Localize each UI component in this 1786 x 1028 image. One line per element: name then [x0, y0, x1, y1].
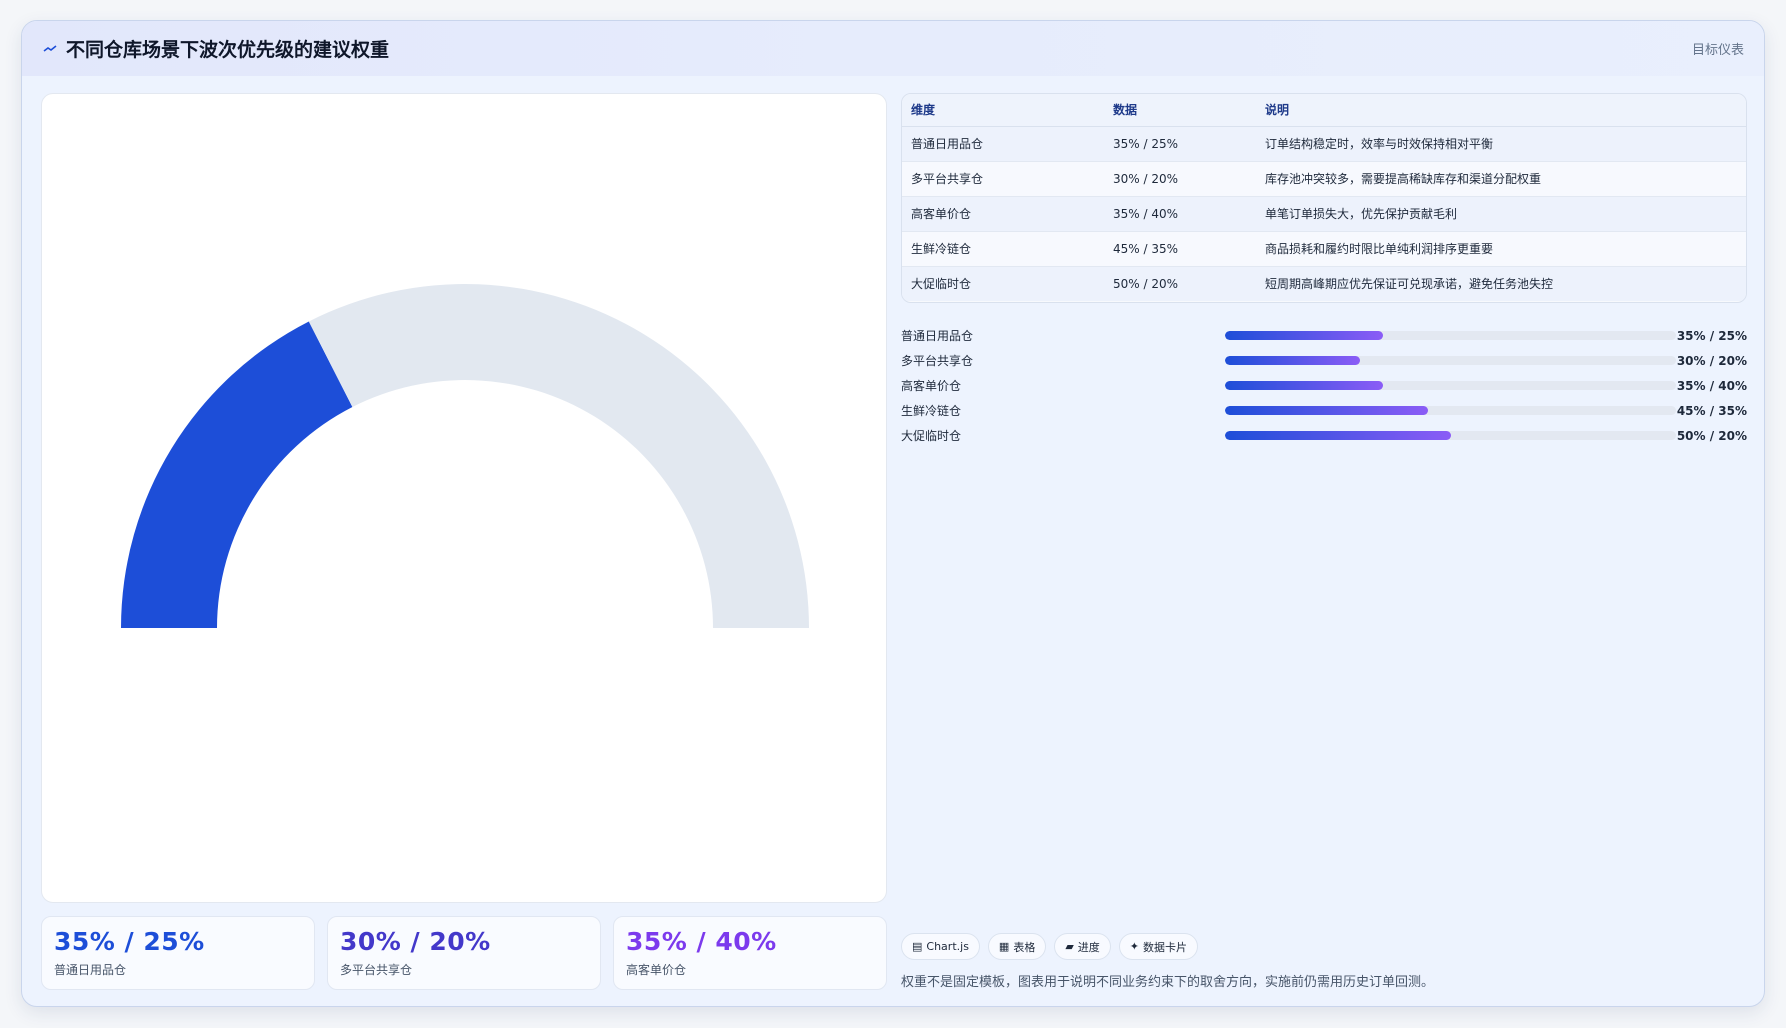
table-cell: 大促临时仓 — [911, 277, 972, 292]
table-cell: 50% / 20% — [1113, 276, 1179, 291]
table-row: 生鲜冷链仓 45% / 35% 商品损耗和履约时限比单纯利润排序更重要 — [902, 231, 1746, 267]
progress-row: 多平台共享仓 30% / 20% — [901, 348, 1747, 373]
progress-fill — [1225, 331, 1383, 340]
table-cell: 30% / 20% — [1104, 161, 1256, 197]
table-row: 大促临时仓 50% / 20% 短周期高峰期应优先保证可兑现承诺，避免任务池失控 — [902, 266, 1746, 301]
table-cell: 短周期高峰期应优先保证可兑现承诺，避免任务池失控 — [1265, 277, 1554, 292]
page-title: 不同仓库场景下波次优先级的建议权重 — [66, 39, 390, 61]
progress-track — [1225, 381, 1676, 390]
progress-bars: 普通日用品仓 35% / 25% 多平台共享仓 30% / 20% 高客单价仓 … — [901, 323, 1747, 448]
tag-table[interactable]: ▦ 表格 — [987, 933, 1047, 960]
gauge-chart — [121, 284, 809, 628]
kpi-value: 35% / 40% — [626, 927, 777, 956]
table-cell: 商品损耗和履约时限比单纯利润排序更重要 — [1256, 231, 1746, 267]
progress-row: 普通日用品仓 35% / 25% — [901, 323, 1747, 348]
dashboard-window: 不同仓库场景下波次优先级的建议权重 目标仪表 35% / 25% 普通日用品仓 … — [21, 20, 1765, 1007]
table-row: 普通日用品仓 35% / 25% 订单结构稳定时，效率与时效保持相对平衡 — [902, 126, 1746, 162]
table-cell: 单笔订单损失大，优先保护贡献毛利 — [1256, 196, 1746, 232]
column-header: 维度 — [902, 94, 1104, 127]
column-header: 说明 — [1256, 94, 1746, 127]
tag-progress[interactable]: ▰ 进度 — [1054, 933, 1111, 960]
progress-fill — [1225, 381, 1383, 390]
table-cell: 35% / 25% — [1104, 126, 1256, 162]
kpi-card: 35% / 25% 普通日用品仓 — [41, 916, 315, 990]
kpi-value: 35% / 25% — [54, 927, 205, 956]
header-bar: 不同仓库场景下波次优先级的建议权重 目标仪表 — [22, 21, 1764, 76]
kpi-label: 多平台共享仓 — [340, 963, 413, 977]
progress-row: 大促临时仓 50% / 20% — [901, 423, 1747, 448]
table-row: 多平台共享仓 30% / 20% 库存池冲突较多，需要提高稀缺库存和渠道分配权重 — [902, 161, 1746, 197]
header-mode-label[interactable]: 目标仪表 — [1692, 39, 1744, 58]
progress-row: 生鲜冷链仓 45% / 35% — [901, 398, 1747, 423]
footnote: 权重不是固定模板，图表用于说明不同业务约束下的取舍方向，实施前仍需用历史订单回测… — [901, 975, 1435, 990]
kpi-card: 30% / 20% 多平台共享仓 — [327, 916, 601, 990]
progress-value: 45% / 35% — [1676, 403, 1747, 418]
progress-icon: ▰ — [1065, 940, 1074, 953]
table-cell: 库存池冲突较多，需要提高稀缺库存和渠道分配权重 — [1256, 161, 1746, 197]
kpi-value: 30% / 20% — [340, 927, 491, 956]
progress-value: 50% / 20% — [1676, 428, 1747, 443]
weights-table-card: 维度 数据 说明 普通日用品仓 35% / 25% 订单结构稳定时，效率与时效保… — [901, 93, 1747, 303]
kpi-label: 普通日用品仓 — [54, 963, 127, 977]
tag-chartjs[interactable]: ▤ Chart.js — [901, 933, 980, 960]
progress-label: 普通日用品仓 — [901, 329, 974, 343]
table-cell: 高客单价仓 — [902, 196, 1104, 232]
progress-value: 35% / 40% — [1676, 378, 1747, 393]
kpi-label: 高客单价仓 — [626, 963, 687, 977]
table-row: 高客单价仓 35% / 40% 单笔订单损失大，优先保护贡献毛利 — [902, 196, 1746, 232]
tech-tags: ▤ Chart.js ▦ 表格 ▰ 进度 ✦ 数据卡片 — [901, 933, 1199, 960]
tag-label: 进度 — [1077, 940, 1100, 954]
sparkle-icon: ✦ — [1129, 940, 1140, 953]
gauge-chart-card — [41, 93, 887, 903]
tag-label: Chart.js — [926, 940, 969, 953]
tag-label: 表格 — [1013, 940, 1036, 954]
table-icon: ▦ — [998, 940, 1010, 953]
progress-value: 35% / 25% — [1676, 328, 1747, 343]
progress-track — [1225, 406, 1676, 415]
chart-icon: ▤ — [912, 940, 923, 953]
progress-label: 高客单价仓 — [901, 379, 962, 393]
tag-data-card[interactable]: ✦ 数据卡片 — [1118, 933, 1199, 960]
progress-fill — [1225, 406, 1428, 415]
progress-label: 生鲜冷链仓 — [901, 404, 962, 418]
gauge-remainder-arc — [308, 284, 809, 628]
gauge-value-arc — [121, 321, 353, 628]
column-header: 数据 — [1104, 94, 1256, 127]
progress-track — [1225, 331, 1676, 340]
progress-value: 30% / 20% — [1676, 353, 1747, 368]
progress-label: 大促临时仓 — [901, 429, 962, 443]
trend-icon — [42, 41, 58, 57]
table-cell: 45% / 35% — [1104, 231, 1256, 267]
table-cell: 生鲜冷链仓 — [902, 231, 1104, 267]
table-header-row: 维度 数据 说明 — [902, 94, 1746, 127]
progress-track — [1225, 431, 1676, 440]
progress-fill — [1225, 356, 1361, 365]
table-cell: 35% / 40% — [1104, 196, 1256, 232]
table-cell: 订单结构稳定时，效率与时效保持相对平衡 — [1256, 126, 1746, 162]
progress-fill — [1225, 431, 1451, 440]
progress-track — [1225, 356, 1676, 365]
table-cell: 多平台共享仓 — [902, 161, 1104, 197]
kpi-card: 35% / 40% 高客单价仓 — [613, 916, 887, 990]
tag-label: 数据卡片 — [1143, 940, 1188, 954]
progress-row: 高客单价仓 35% / 40% — [901, 373, 1747, 398]
progress-label: 多平台共享仓 — [901, 354, 974, 368]
kpi-cards: 35% / 25% 普通日用品仓 30% / 20% 多平台共享仓 35% / … — [41, 916, 887, 990]
table-cell: 普通日用品仓 — [902, 126, 1104, 162]
weights-table: 维度 数据 说明 普通日用品仓 35% / 25% 订单结构稳定时，效率与时效保… — [902, 94, 1746, 301]
